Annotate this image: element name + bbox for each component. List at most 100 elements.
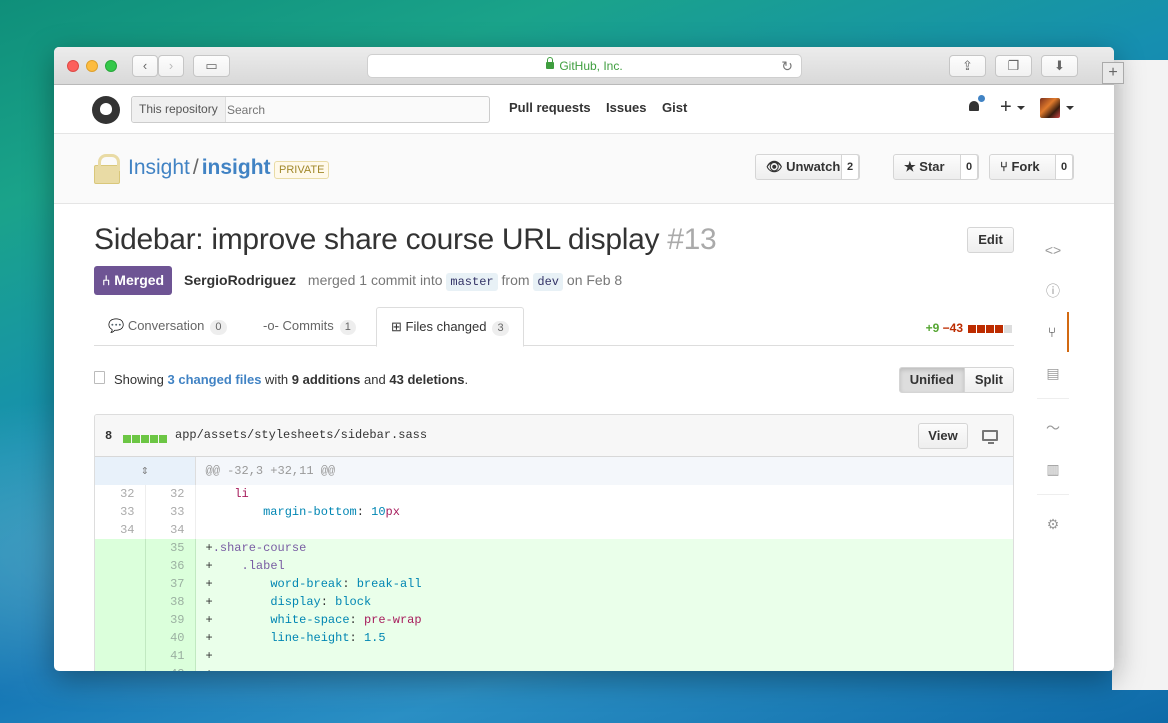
new-line-number[interactable]: 37 <box>145 575 196 593</box>
pr-meta: SergioRodriguez merged 1 commit into mas… <box>184 272 622 291</box>
tab-commits[interactable]: -o- Commits 1 <box>263 307 356 346</box>
close-window-button[interactable] <box>67 60 79 72</box>
download-icon: ⬇ <box>1054 58 1065 73</box>
table-row: 36 + .label <box>95 557 1013 575</box>
changed-files-link[interactable]: 3 changed files <box>168 372 262 387</box>
graph-icon[interactable]: ▥ <box>1037 449 1069 489</box>
github-logo-icon[interactable] <box>92 96 120 124</box>
table-row: 38 + display: block <box>95 593 1013 611</box>
old-line-number[interactable] <box>95 539 146 557</box>
old-line-number[interactable] <box>95 665 146 671</box>
new-line-number[interactable]: 42 <box>145 665 196 671</box>
git-pull-request-icon[interactable]: ⑂ <box>1037 312 1069 352</box>
create-new-button[interactable]: + <box>1000 96 1026 119</box>
new-line-number[interactable]: 39 <box>145 611 196 629</box>
split-view-button[interactable]: Split <box>964 367 1014 393</box>
old-line-number[interactable] <box>95 647 146 665</box>
search-input[interactable] <box>227 100 482 119</box>
nav-gist[interactable]: Gist <box>662 100 687 115</box>
expand-lines-icon[interactable]: ⇕ <box>95 457 196 485</box>
file-header: 8 app/assets/stylesheets/sidebar.sass Vi… <box>95 415 1013 457</box>
diffstat: +9 −43 <box>926 321 1012 335</box>
monitor-icon[interactable] <box>982 430 998 444</box>
star-button[interactable]: ★ Star 0 <box>893 154 979 180</box>
minimize-window-button[interactable] <box>86 60 98 72</box>
pr-tabs: 💬 Conversation 0 -o- Commits 1 ⊞ Files cha… <box>94 307 1014 347</box>
old-line-number[interactable] <box>95 611 146 629</box>
edit-title-button[interactable]: Edit <box>967 227 1014 253</box>
sidebar-icon: ▭ <box>205 58 218 73</box>
merged-state-badge: ⑃ Merged <box>94 266 173 295</box>
diffstat-block <box>132 434 140 443</box>
tab-files-changed[interactable]: ⊞ Files changed 3 <box>376 307 524 347</box>
stargazers-count[interactable]: 0 <box>960 154 978 180</box>
old-line-number[interactable] <box>95 575 146 593</box>
zoom-window-button[interactable] <box>105 60 117 72</box>
tab-conversation[interactable]: 💬 Conversation 0 <box>108 307 227 346</box>
gear-icon[interactable]: ⚙ <box>1037 504 1069 544</box>
file-path[interactable]: app/assets/stylesheets/sidebar.sass <box>175 428 427 442</box>
chevron-right-icon: › <box>168 58 174 73</box>
user-avatar[interactable] <box>1040 98 1060 118</box>
new-line-number[interactable]: 40 <box>145 629 196 647</box>
forks-count[interactable]: 0 <box>1055 154 1073 180</box>
old-line-number[interactable]: 33 <box>95 503 146 521</box>
view-file-button[interactable]: View <box>918 423 968 449</box>
summary-showing: Showing <box>114 372 164 387</box>
old-line-number[interactable] <box>95 557 146 575</box>
star-label: Star <box>919 159 945 174</box>
file-diff: 8 app/assets/stylesheets/sidebar.sass Vi… <box>94 414 1014 671</box>
forward-button[interactable]: › <box>158 55 184 77</box>
tabs-icon: ❐ <box>1007 58 1020 73</box>
hunk-header: @@ -32,3 +32,11 @@ <box>195 457 1013 485</box>
nav-issues[interactable]: Issues <box>606 100 646 115</box>
new-line-number[interactable]: 41 <box>145 647 196 665</box>
table-row: 35 +.share-course <box>95 539 1013 557</box>
reload-icon[interactable]: ↻ <box>781 55 793 77</box>
code-icon[interactable]: <> <box>1037 230 1069 270</box>
repo-owner-link[interactable]: Insight <box>128 156 190 179</box>
pr-author-link[interactable]: SergioRodriguez <box>184 272 296 288</box>
unwatch-button[interactable]: 👁 Unwatch 2 <box>755 154 860 180</box>
diffstat-block <box>1004 324 1012 333</box>
summary-additions: 9 additions <box>291 372 361 387</box>
diffstat-block <box>995 324 1003 333</box>
git-commit-icon: -o- <box>263 318 279 333</box>
repo-name-link[interactable]: insight <box>202 156 271 179</box>
code-line: + word-break: break-all <box>195 575 1013 593</box>
unified-view-button[interactable]: Unified <box>898 367 965 393</box>
sidebar-toggle-button[interactable]: ▭ <box>193 55 230 77</box>
share-button[interactable]: ⇪ <box>949 55 986 77</box>
downloads-button[interactable]: ⬇ <box>1041 55 1078 77</box>
sidebar-divider <box>1037 494 1069 495</box>
old-line-number[interactable] <box>95 593 146 611</box>
new-line-number[interactable]: 38 <box>145 593 196 611</box>
new-line-number[interactable]: 33 <box>145 503 196 521</box>
diffstat-block <box>968 324 976 333</box>
old-line-number[interactable]: 34 <box>95 521 146 539</box>
address-bar[interactable]: GitHub, Inc. ↻ <box>367 54 802 78</box>
pr-from-text: from <box>501 272 530 288</box>
fork-button[interactable]: ⑂ Fork 0 <box>989 154 1074 180</box>
new-line-number[interactable]: 34 <box>145 521 196 539</box>
nav-pull-requests[interactable]: Pull requests <box>509 100 591 115</box>
lock-icon <box>546 57 555 69</box>
code-line: + <box>195 665 1013 671</box>
pulse-icon[interactable]: 〜 <box>1037 408 1069 448</box>
tabs-overview-button[interactable]: ❐ <box>995 55 1032 77</box>
new-line-number[interactable]: 36 <box>145 557 196 575</box>
old-line-number[interactable] <box>95 629 146 647</box>
code-line: + display: block <box>195 593 1013 611</box>
book-icon[interactable]: ▤ <box>1037 353 1069 393</box>
table-row: 32 32 li <box>95 485 1013 503</box>
new-tab-plus-icon[interactable]: + <box>1102 62 1124 84</box>
watchers-count[interactable]: 2 <box>841 154 859 180</box>
avatar-caret-down-icon[interactable] <box>1066 106 1074 110</box>
new-line-number[interactable]: 35 <box>145 539 196 557</box>
browser-window: ‹ › ▭ GitHub, Inc. ↻ ⇪ ❐ ⬇ This reposito… <box>54 47 1114 671</box>
issue-opened-icon[interactable]: ⓘ <box>1037 271 1069 311</box>
search-scope-label[interactable]: This repository <box>132 97 226 122</box>
old-line-number[interactable]: 32 <box>95 485 146 503</box>
new-line-number[interactable]: 32 <box>145 485 196 503</box>
back-button[interactable]: ‹ <box>132 55 158 77</box>
